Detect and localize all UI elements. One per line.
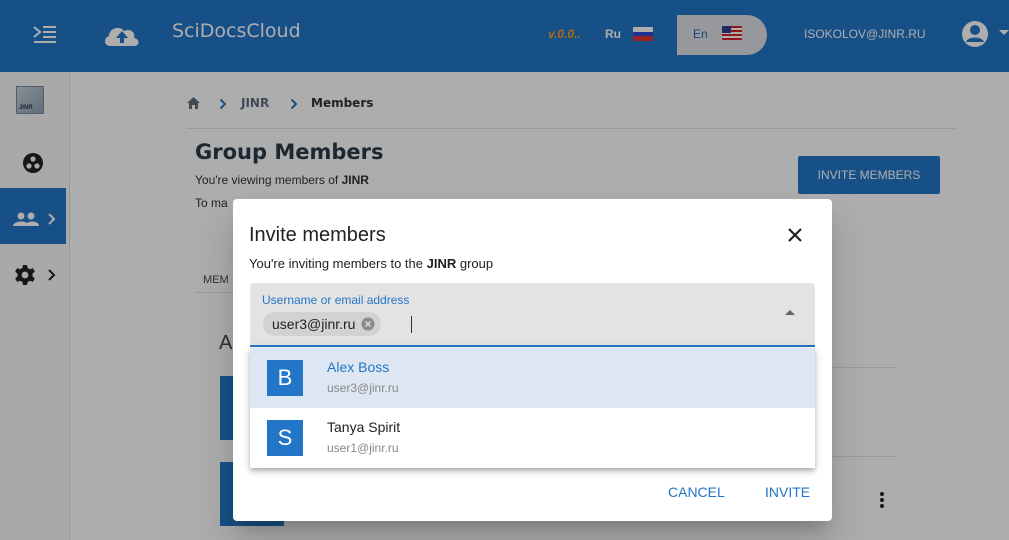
autocomplete-option[interactable]: S Tanya Spirit user1@jinr.ru bbox=[250, 408, 815, 468]
avatar: B bbox=[267, 360, 303, 396]
selected-user-chip[interactable]: user3@jinr.ru bbox=[263, 312, 382, 336]
invite-members-dialog: Invite members You're inviting members t… bbox=[233, 199, 832, 521]
dialog-subtitle-suffix: group bbox=[459, 256, 494, 271]
caret-up-icon[interactable] bbox=[784, 308, 796, 316]
autocomplete-list: B Alex Boss user3@jinr.ru S Tanya Spirit… bbox=[250, 348, 815, 468]
dialog-title: Invite members bbox=[249, 224, 386, 246]
cancel-button[interactable]: CANCEL bbox=[668, 484, 725, 500]
autocomplete-option[interactable]: B Alex Boss user3@jinr.ru bbox=[250, 348, 815, 408]
invite-button[interactable]: INVITE bbox=[765, 484, 810, 500]
text-cursor bbox=[411, 316, 412, 333]
dialog-subtitle: You're inviting members to the JINR grou… bbox=[249, 256, 493, 271]
cancel-chip-icon[interactable] bbox=[361, 317, 375, 331]
dialog-subtitle-group: JINR bbox=[426, 256, 457, 271]
field-label: Username or email address bbox=[262, 293, 410, 307]
option-name: Alex Boss bbox=[327, 359, 390, 375]
user-search-field[interactable]: Username or email address user3@jinr.ru bbox=[250, 283, 815, 347]
dialog-subtitle-prefix: You're inviting members to the bbox=[249, 256, 423, 271]
option-email: user3@jinr.ru bbox=[327, 381, 399, 395]
chip-label: user3@jinr.ru bbox=[272, 316, 356, 332]
option-name: Tanya Spirit bbox=[327, 419, 401, 435]
option-email: user1@jinr.ru bbox=[327, 441, 399, 455]
close-icon[interactable] bbox=[781, 221, 809, 249]
avatar: S bbox=[267, 420, 303, 456]
